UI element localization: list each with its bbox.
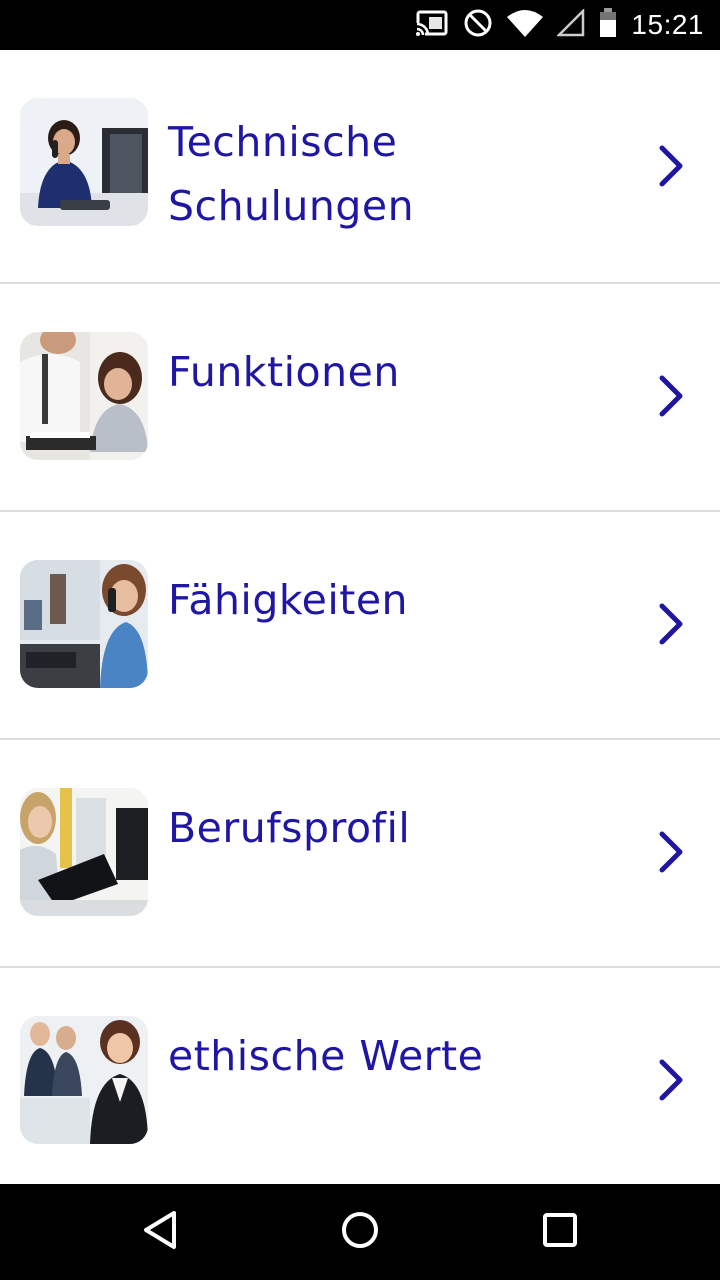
menu-item-faehigkeiten[interactable]: Fähigkeiten xyxy=(0,512,720,740)
call-center-agent-photo xyxy=(20,98,148,226)
training-session-photo xyxy=(20,332,148,460)
menu-item-label: Fähigkeiten xyxy=(168,576,409,624)
navigation-bar xyxy=(0,1184,720,1280)
menu-item-technische-schulungen[interactable]: Technische Schulungen xyxy=(0,50,720,284)
back-button[interactable] xyxy=(100,1184,220,1280)
back-icon xyxy=(140,1209,180,1255)
menu-item-label: Funktionen xyxy=(168,348,400,396)
do-not-disturb-icon xyxy=(463,8,493,42)
menu-item-funktionen[interactable]: Funktionen xyxy=(0,284,720,512)
chevron-right-icon xyxy=(652,142,692,190)
menu-item-berufsprofil[interactable]: Berufsprofil xyxy=(0,740,720,968)
chevron-right-icon xyxy=(652,828,692,876)
battery-icon xyxy=(599,8,617,42)
status-bar: 15:21 xyxy=(0,0,720,50)
menu-item-label: Berufsprofil xyxy=(168,804,411,852)
business-team-photo xyxy=(20,1016,148,1144)
menu-list: Technische Schulungen Funktionen Fähigke… xyxy=(0,50,720,1184)
status-time: 15:21 xyxy=(631,9,704,40)
home-icon xyxy=(340,1210,380,1254)
cell-signal-icon xyxy=(556,7,585,41)
office-phone-photo xyxy=(20,560,148,688)
wifi-icon xyxy=(507,9,544,41)
chevron-right-icon xyxy=(652,600,692,648)
chevron-right-icon xyxy=(652,1056,692,1104)
recents-icon xyxy=(542,1212,578,1252)
cast-icon xyxy=(415,9,449,41)
home-button[interactable] xyxy=(300,1184,420,1280)
menu-item-label: Technische Schulungen xyxy=(168,118,415,230)
office-desk-photo xyxy=(20,788,148,916)
chevron-right-icon xyxy=(652,372,692,420)
menu-item-ethische-werte[interactable]: ethische Werte xyxy=(0,968,720,1184)
menu-item-label: ethische Werte xyxy=(168,1032,484,1080)
recents-button[interactable] xyxy=(500,1184,620,1280)
